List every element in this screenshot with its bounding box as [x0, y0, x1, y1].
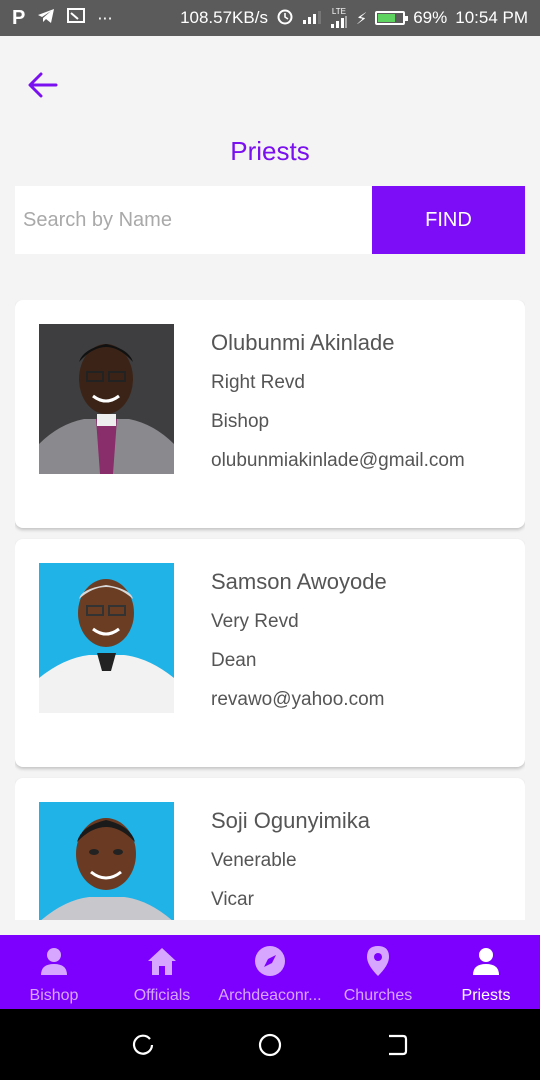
- nav-item-bishop[interactable]: Bishop: [0, 935, 108, 1009]
- telegram-icon: [37, 8, 55, 29]
- battery-percent: 69%: [413, 8, 448, 27]
- location-pin-icon: [365, 943, 391, 979]
- search-bar: FIND: [15, 186, 525, 254]
- person-icon: [471, 943, 501, 979]
- priest-title: Venerable: [211, 850, 297, 871]
- home-circle-icon: [258, 1033, 282, 1056]
- search-input[interactable]: [15, 186, 372, 254]
- priest-card[interactable]: Olubunmi Akinlade Right Revd Bishop olub…: [15, 300, 525, 528]
- nav-item-priests[interactable]: Priests: [432, 935, 540, 1009]
- system-nav-bar: [0, 1009, 540, 1080]
- priest-title: Very Revd: [211, 611, 299, 632]
- signal-icon: [302, 8, 322, 29]
- priest-photo: [39, 324, 174, 474]
- priest-role: Dean: [211, 650, 257, 671]
- priest-email[interactable]: olubunmiakinlade@gmail.com: [211, 450, 465, 472]
- back-system-button[interactable]: [377, 1025, 417, 1065]
- priest-photo: [39, 802, 174, 920]
- find-button[interactable]: FIND: [372, 186, 525, 254]
- more-notifications-icon: ···: [97, 8, 113, 28]
- charging-icon: ⚡: [355, 8, 368, 28]
- priest-photo: [39, 563, 174, 713]
- nav-item-archdeaconries[interactable]: Archdeaconr...: [216, 935, 324, 1009]
- bottom-nav: Bishop Officials Archdeaconr... Churches…: [0, 935, 540, 1009]
- back-system-icon: [388, 1034, 407, 1055]
- nav-label: Priests: [461, 987, 511, 1004]
- home-button[interactable]: [250, 1025, 290, 1065]
- nav-label: Officials: [133, 987, 191, 1004]
- nav-item-churches[interactable]: Churches: [324, 935, 432, 1009]
- priest-name: Samson Awoyode: [211, 569, 387, 594]
- nav-label: Bishop: [29, 987, 79, 1004]
- network-speed: 108.57KB/s: [180, 8, 268, 27]
- priest-name: Olubunmi Akinlade: [211, 330, 395, 355]
- battery-icon: [375, 11, 409, 25]
- nav-label: Churches: [343, 987, 413, 1004]
- cast-icon: [67, 7, 86, 29]
- priest-role: Vicar: [211, 889, 254, 910]
- status-bar: P ··· 108.57KB/s LTE ⚡ 69% 10:54 PM: [0, 0, 540, 36]
- alarm-icon: [276, 7, 294, 30]
- priest-card[interactable]: Samson Awoyode Very Revd Dean revawo@yah…: [15, 539, 525, 767]
- priest-role: Bishop: [211, 411, 270, 432]
- home-icon: [146, 943, 178, 979]
- compass-icon: [254, 943, 286, 979]
- priest-card[interactable]: Soji Ogunyimika Venerable Vicar: [15, 778, 525, 920]
- clock: 10:54 PM: [455, 8, 528, 27]
- lte-signal: LTE: [330, 8, 348, 28]
- priest-list[interactable]: Olubunmi Akinlade Right Revd Bishop olub…: [15, 300, 525, 920]
- page-title: Priests: [230, 136, 310, 166]
- priest-title: Right Revd: [211, 372, 305, 393]
- recents-icon: [133, 1034, 154, 1055]
- recents-button[interactable]: [123, 1025, 163, 1065]
- nav-item-officials[interactable]: Officials: [108, 935, 216, 1009]
- nav-label: Archdeaconr...: [218, 987, 322, 1004]
- priest-email[interactable]: revawo@yahoo.com: [211, 689, 387, 711]
- parking-app-icon: P: [12, 6, 26, 29]
- person-icon: [39, 943, 69, 979]
- arrow-left-icon: [28, 72, 58, 98]
- priest-name: Soji Ogunyimika: [211, 808, 370, 833]
- back-button[interactable]: [22, 64, 64, 106]
